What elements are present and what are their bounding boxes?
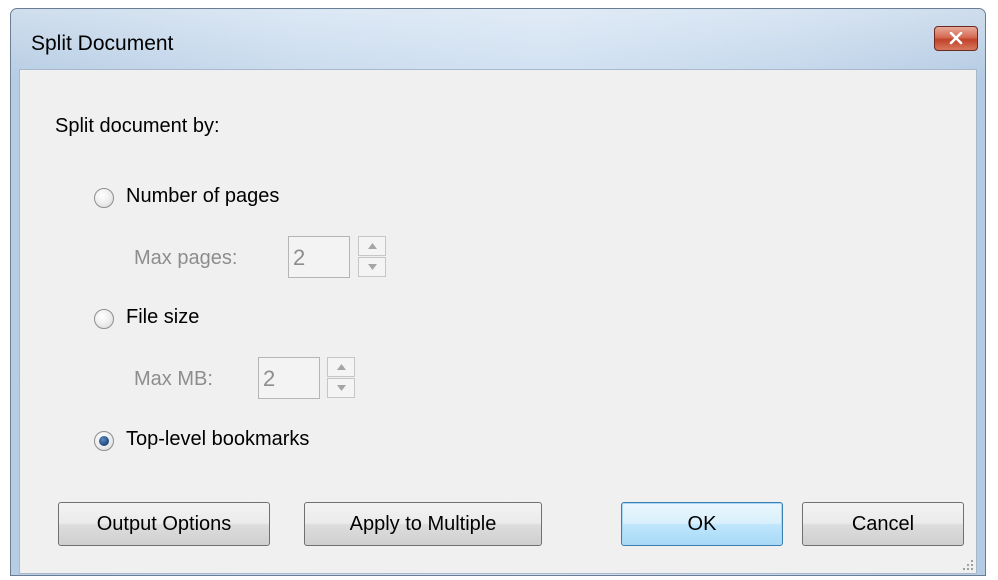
dialog-title: Split Document (31, 32, 174, 55)
max-pages-decrement[interactable] (358, 257, 386, 277)
arrow-down-icon (337, 385, 346, 391)
max-mb-decrement[interactable] (327, 378, 355, 398)
top-level-bookmarks-radio[interactable] (94, 431, 114, 451)
max-mb-increment[interactable] (327, 357, 355, 377)
max-mb-input[interactable]: 2 (258, 357, 320, 399)
max-mb-label: Max MB: (134, 368, 213, 390)
split-by-heading: Split document by: (55, 115, 220, 137)
number-of-pages-radio[interactable] (94, 188, 114, 208)
arrow-down-icon (368, 264, 377, 270)
split-document-dialog: Split Document Split document by: Number… (10, 8, 986, 576)
cancel-button[interactable]: Cancel (802, 502, 964, 546)
file-size-radio[interactable] (94, 309, 114, 329)
arrow-up-icon (337, 364, 346, 370)
close-button[interactable] (934, 26, 978, 51)
max-mb-spinner (327, 357, 355, 399)
resize-grip-icon[interactable] (962, 559, 974, 571)
number-of-pages-label[interactable]: Number of pages (126, 185, 279, 208)
max-pages-input[interactable]: 2 (288, 236, 350, 278)
max-pages-increment[interactable] (358, 236, 386, 256)
arrow-up-icon (368, 243, 377, 249)
top-level-bookmarks-label[interactable]: Top-level bookmarks (126, 428, 309, 451)
max-pages-spinner (358, 236, 386, 278)
file-size-label[interactable]: File size (126, 306, 199, 329)
apply-to-multiple-button[interactable]: Apply to Multiple (304, 502, 542, 546)
max-pages-label: Max pages: (134, 247, 238, 269)
close-icon (949, 32, 963, 45)
dialog-body: Split document by: Number of pages Max p… (19, 69, 977, 574)
output-options-button[interactable]: Output Options (58, 502, 270, 546)
ok-button[interactable]: OK (621, 502, 783, 546)
